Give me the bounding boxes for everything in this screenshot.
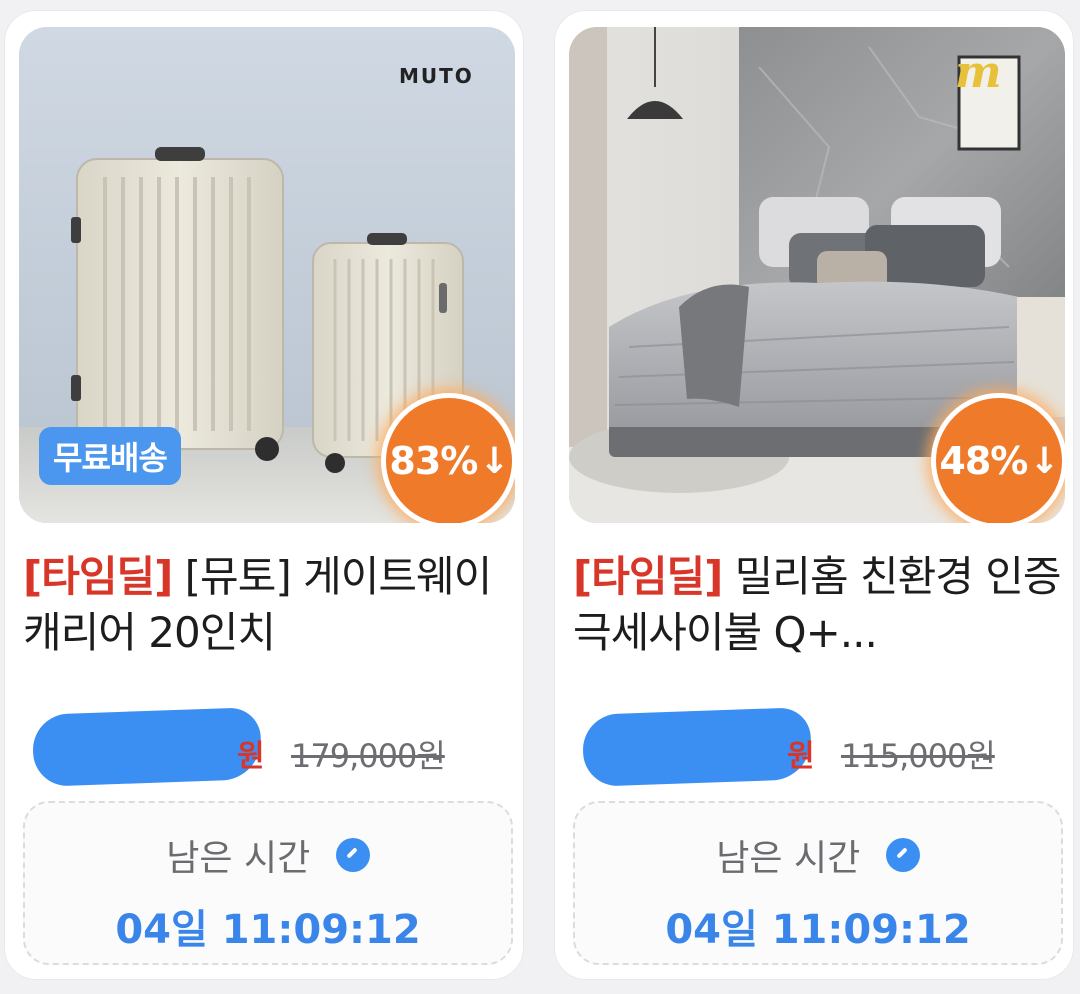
timedeal-tag: [타임딜] bbox=[573, 552, 723, 601]
product-card-blanket[interactable]: m 48% ↓ [타임딜] 밀리홈 친환경 인증 극세사이불 Q+... 원 11… bbox=[554, 10, 1074, 980]
discount-percent: 48% bbox=[939, 439, 1028, 483]
clock-icon bbox=[885, 838, 920, 872]
discount-badge: 48% ↓ bbox=[931, 393, 1065, 523]
redacted-price bbox=[581, 707, 813, 787]
brand-logo-muto: MUTO bbox=[399, 64, 474, 88]
discount-percent: 83% bbox=[389, 439, 478, 483]
price-row: 원 115,000원 bbox=[573, 707, 1063, 787]
timedeal-tag: [타임딜] bbox=[23, 552, 173, 601]
product-image-suitcase[interactable]: MUTO 무료배송 83% ↓ bbox=[19, 27, 515, 523]
product-grid: MUTO 무료배송 83% ↓ [타임딜] [뮤토] 게이트웨이 캐리어 20인치… bbox=[0, 0, 1080, 994]
time-remaining-box: 남은 시간 04일 11:09:12 bbox=[573, 801, 1063, 965]
product-card-suitcase[interactable]: MUTO 무료배송 83% ↓ [타임딜] [뮤토] 게이트웨이 캐리어 20인치… bbox=[4, 10, 524, 980]
product-title[interactable]: [타임딜] 밀리홈 친환경 인증 극세사이불 Q+... bbox=[573, 549, 1063, 669]
redacted-price bbox=[31, 707, 263, 787]
brand-logo-icon: m bbox=[955, 47, 1002, 98]
price-row: 원 179,000원 bbox=[23, 707, 513, 787]
clock-icon bbox=[335, 838, 370, 872]
time-remaining-label: 남은 시간 bbox=[166, 838, 311, 879]
time-remaining-box: 남은 시간 04일 11:09:12 bbox=[23, 801, 513, 965]
arrow-down-icon: ↓ bbox=[1029, 440, 1059, 482]
free-shipping-badge: 무료배송 bbox=[39, 427, 181, 485]
countdown-timer: 04일 11:09:12 bbox=[115, 907, 421, 953]
price-unit: 원 bbox=[787, 739, 815, 774]
countdown-timer: 04일 11:09:12 bbox=[665, 907, 971, 953]
product-title[interactable]: [타임딜] [뮤토] 게이트웨이 캐리어 20인치 bbox=[23, 549, 513, 669]
time-remaining-label: 남은 시간 bbox=[716, 838, 861, 879]
price-unit: 원 bbox=[237, 739, 265, 774]
original-price: 115,000원 bbox=[841, 737, 996, 775]
product-image-blanket[interactable]: m 48% ↓ bbox=[569, 27, 1065, 523]
original-price: 179,000원 bbox=[291, 737, 446, 775]
discount-badge: 83% ↓ bbox=[381, 393, 515, 523]
arrow-down-icon: ↓ bbox=[479, 440, 509, 482]
